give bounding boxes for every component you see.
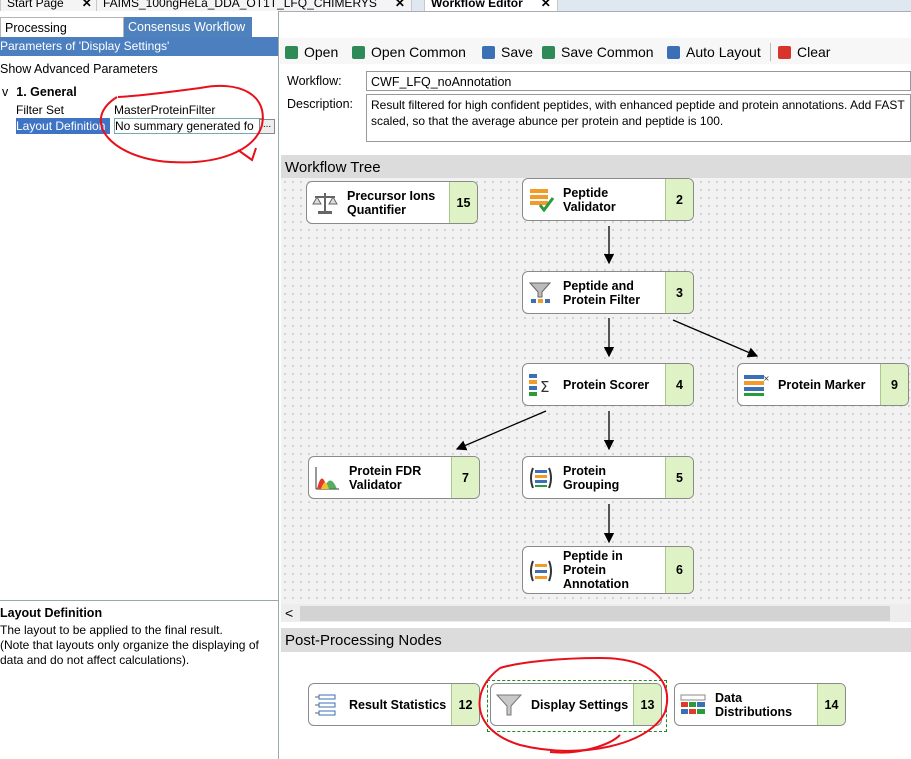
annotation-stroke [549,734,621,754]
annotation-circle [478,656,669,752]
red-annotation-marks [99,84,669,754]
